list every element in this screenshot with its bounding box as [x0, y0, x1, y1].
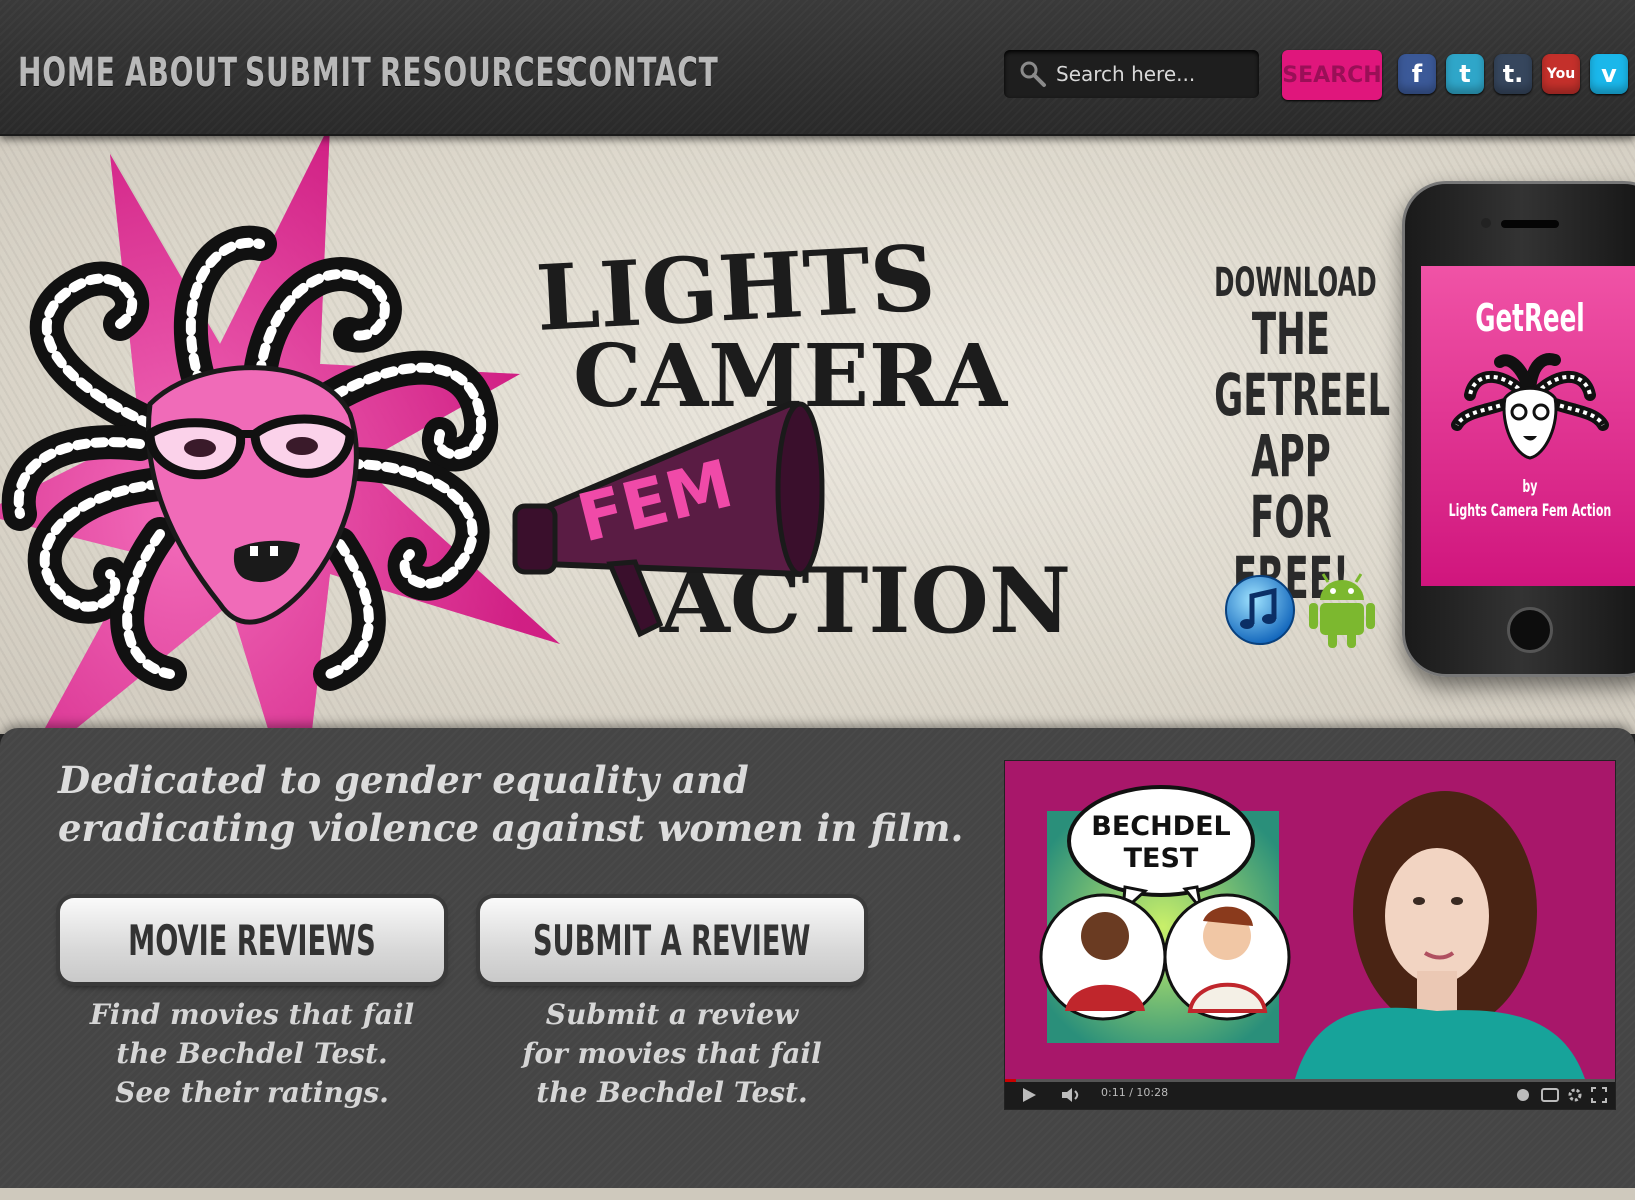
nav-resources[interactable]: RESOURCES — [380, 50, 576, 96]
nav-about[interactable]: ABOUT — [125, 50, 237, 96]
captions-icon[interactable] — [1541, 1087, 1559, 1103]
tagline: Dedicated to gender equality and eradica… — [58, 758, 964, 850]
phone-mockup[interactable]: GetReel by Lights Camera Fem Action — [1402, 181, 1635, 677]
itunes-icon[interactable] — [1224, 574, 1296, 646]
app-by: by — [1522, 477, 1538, 497]
search-box — [1004, 50, 1259, 98]
movie-reviews-label: MOVIE REVIEWS — [128, 915, 376, 965]
movie-reviews-description: Find movies that fail the Bechdel Test. … — [60, 995, 444, 1112]
video-thumbnail: BECHDEL TEST — [1005, 761, 1615, 1079]
bubble-line-1: BECHDEL — [1091, 811, 1231, 842]
desc-line: Submit a review — [545, 998, 799, 1031]
bubble-line-2: TEST — [1124, 843, 1199, 874]
play-icon[interactable] — [1021, 1087, 1037, 1103]
youtube-icon[interactable]: You — [1542, 54, 1580, 94]
download-promo: DOWNLOAD THE GETREEL APP FOR FREE! — [1178, 262, 1404, 608]
app-name: GetReel — [1475, 296, 1585, 340]
twitter-icon[interactable]: t — [1446, 54, 1484, 94]
app-org: Lights Camera Fem Action — [1448, 500, 1612, 521]
desc-line: the Bechdel Test. — [536, 1076, 808, 1109]
facebook-icon[interactable]: f — [1398, 54, 1436, 94]
bottom-strip — [0, 1188, 1635, 1200]
tumblr-icon[interactable]: t. — [1494, 54, 1532, 94]
watch-later-icon[interactable] — [1515, 1087, 1531, 1103]
video-time: 0:11 / 10:28 — [1101, 1086, 1169, 1099]
search-icon — [1018, 59, 1048, 89]
video-progress-bar[interactable] — [1005, 1079, 1016, 1082]
phone-home-button — [1507, 607, 1553, 653]
nav-home[interactable]: HOME — [18, 50, 115, 96]
submit-review-button[interactable]: SUBMIT A REVIEW — [480, 898, 864, 982]
download-line: GETREEL — [1214, 360, 1391, 429]
hero-banner: LIGHTS CAMERA ACTION FEM DOWNLOAD THE GE… — [0, 134, 1635, 734]
download-line: THE — [1251, 300, 1331, 368]
video-controls: 0:11 / 10:28 — [1005, 1079, 1615, 1109]
search-input[interactable] — [1054, 61, 1258, 87]
twitter-glyph: t — [1459, 60, 1471, 88]
search-button[interactable]: SEARCH — [1282, 50, 1382, 100]
lights-camera-fem-action-logo[interactable]: LIGHTS CAMERA ACTION FEM — [0, 134, 1180, 734]
download-line: DOWNLOAD — [1214, 260, 1377, 306]
download-line: APP FOR — [1250, 421, 1332, 551]
vimeo-glyph: v — [1601, 60, 1617, 88]
youtube-glyph: You — [1546, 66, 1576, 82]
app-byline: by Lights Camera Fem Action — [1449, 476, 1612, 524]
movie-reviews-button[interactable]: MOVIE REVIEWS — [60, 898, 444, 982]
vimeo-icon[interactable]: v — [1590, 54, 1628, 94]
desc-line: the Bechdel Test. — [116, 1037, 388, 1070]
nav-submit[interactable]: SUBMIT — [245, 50, 371, 96]
main-nav: HOME ABOUT SUBMIT RESOURCES CONTACT — [18, 50, 718, 96]
submit-review-description: Submit a review for movies that fail the… — [480, 995, 864, 1112]
app-logo-icon — [1451, 353, 1609, 460]
android-icon[interactable] — [1308, 570, 1376, 650]
fullscreen-icon[interactable] — [1591, 1087, 1607, 1103]
volume-icon[interactable] — [1061, 1087, 1081, 1103]
tumblr-glyph: t. — [1502, 60, 1524, 88]
desc-line: for movies that fail — [522, 1037, 822, 1070]
submit-review-label: SUBMIT A REVIEW — [533, 915, 811, 965]
top-navigation-bar: HOME ABOUT SUBMIT RESOURCES CONTACT SEAR… — [0, 0, 1635, 136]
desc-line: See their ratings. — [115, 1076, 389, 1109]
desc-line: Find movies that fail — [89, 998, 415, 1031]
video-player[interactable]: BECHDEL TEST 0:11 / 10:28 — [1004, 760, 1616, 1110]
settings-gear-icon[interactable] — [1567, 1087, 1583, 1103]
facebook-glyph: f — [1411, 60, 1423, 88]
phone-screen: GetReel by Lights Camera Fem Action — [1421, 266, 1635, 586]
nav-contact[interactable]: CONTACT — [567, 50, 718, 96]
